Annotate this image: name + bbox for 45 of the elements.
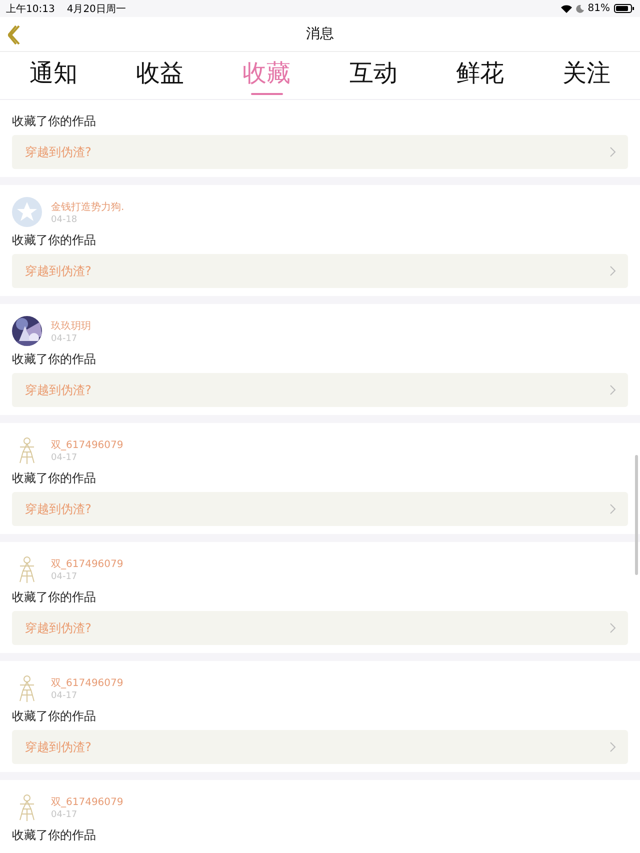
battery-percent: 81% (588, 3, 610, 14)
tab[interactable]: 收藏 (213, 52, 320, 99)
tab[interactable]: 互动 (320, 52, 427, 99)
message-text: 收藏了你的作品 (12, 708, 97, 724)
chevron-right-icon (610, 147, 616, 157)
chevron-right-icon (610, 385, 616, 395)
work-link[interactable]: 穿越到伪渣? (12, 611, 628, 645)
message-text: 收藏了你的作品 (12, 232, 97, 248)
chevron-right-icon (610, 742, 616, 752)
message-text: 收藏了你的作品 (12, 589, 97, 605)
message-text: 收藏了你的作品 (12, 351, 97, 367)
chevron-right-icon (610, 266, 616, 276)
chevron-right-icon (610, 504, 616, 514)
work-link[interactable]: 穿越到伪渣? (12, 135, 628, 169)
message-date: 04-17 (51, 452, 78, 462)
user-name[interactable]: 双_617496079 (51, 556, 124, 570)
tab[interactable]: 鲜花 (426, 52, 534, 99)
tab[interactable]: 收益 (106, 52, 214, 99)
message-date: 04-18 (51, 214, 78, 224)
message-date: 04-17 (51, 572, 78, 582)
message-text: 收藏了你的作品 (12, 470, 97, 486)
wifi-icon (560, 4, 572, 12)
chevron-right-icon (610, 623, 616, 633)
tab[interactable]: 关注 (533, 52, 640, 99)
back-icon[interactable] (8, 25, 22, 45)
work-link[interactable]: 穿越到伪渣? (12, 492, 628, 526)
message-text: 收藏了你的作品 (12, 827, 97, 843)
status-time: 上午10:13 (6, 2, 55, 16)
user-name[interactable]: 玖玖玥玥 (51, 318, 91, 332)
work-link[interactable]: 穿越到伪渣? (12, 730, 628, 764)
message-date: 04-17 (51, 690, 78, 700)
message-text: 收藏了你的作品 (12, 113, 97, 129)
user-name[interactable]: 双_617496079 (51, 438, 124, 452)
battery-icon (614, 4, 634, 13)
message-date: 04-17 (51, 334, 78, 344)
user-name[interactable]: 双_617496079 (51, 794, 124, 808)
page-title: 消息 (306, 25, 334, 43)
tab[interactable]: 通知 (0, 52, 107, 99)
user-name[interactable]: 双_617496079 (51, 676, 124, 690)
user-name[interactable]: 金钱打造势力狗. (51, 200, 124, 214)
work-link[interactable]: 穿越到伪渣? (12, 373, 628, 407)
status-date: 4月20日周一 (66, 2, 126, 16)
moon-icon (576, 4, 584, 12)
message-date: 04-17 (51, 810, 78, 820)
work-link[interactable]: 穿越到伪渣? (12, 254, 628, 288)
